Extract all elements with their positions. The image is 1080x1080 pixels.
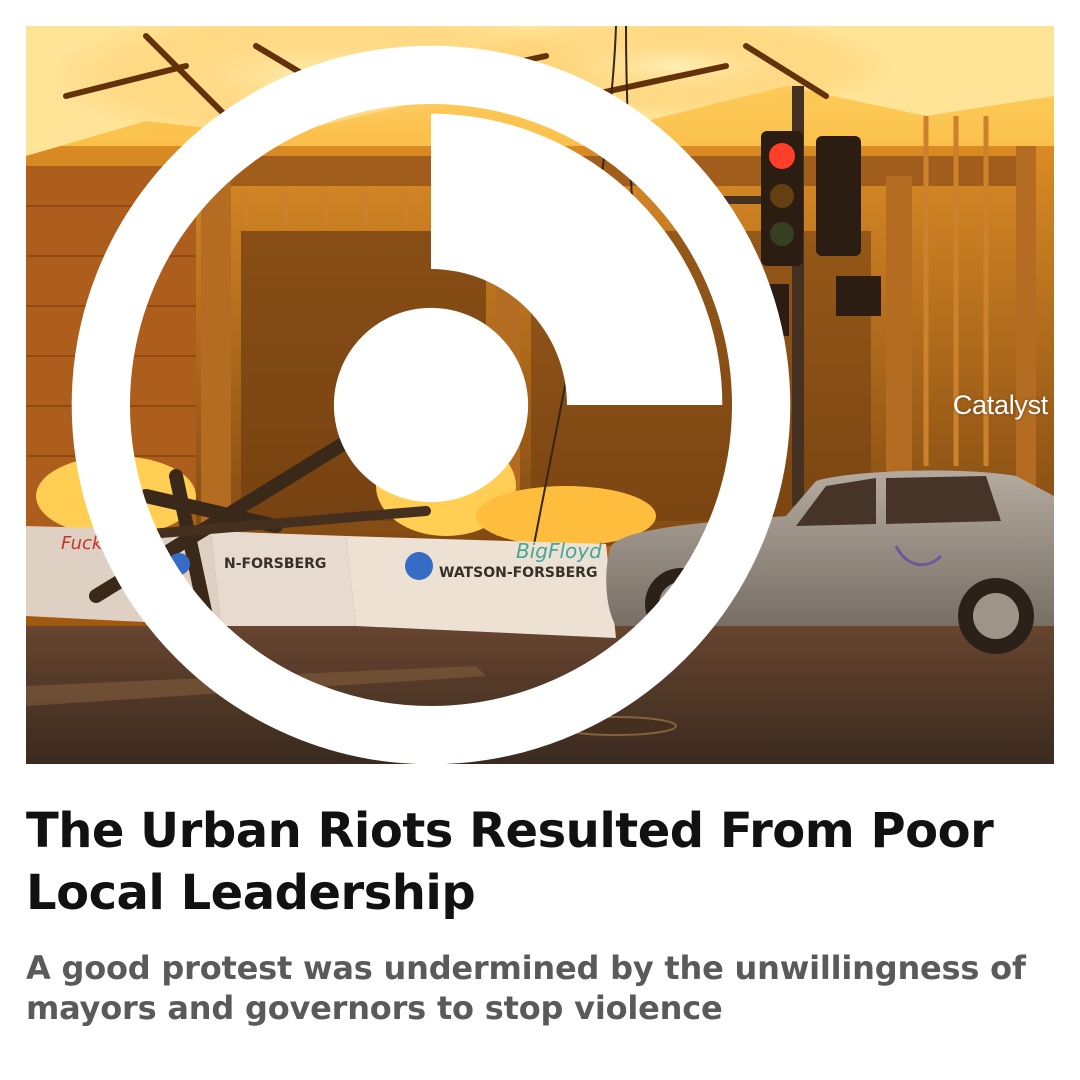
hero-photo: N-FORSBERG WATSON-FORSBERG BigFloyd Fuck… <box>26 26 1054 764</box>
catalyst-logo-icon <box>71 45 791 764</box>
article-headline: The Urban Riots Resulted From Poor Local… <box>26 803 994 921</box>
brand-watermark: Catalyst <box>26 36 1048 764</box>
brand-name: Catalyst <box>952 389 1048 420</box>
article-subhead: A good protest was undermined by the unw… <box>26 949 1026 1027</box>
